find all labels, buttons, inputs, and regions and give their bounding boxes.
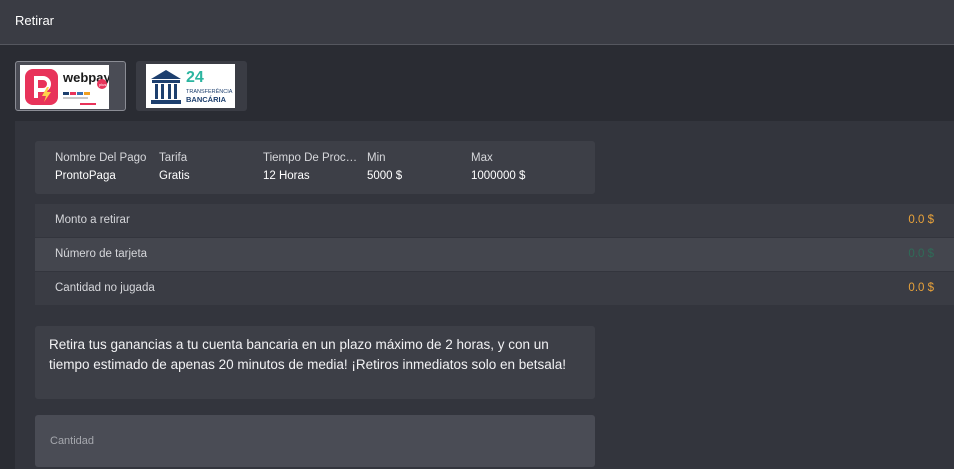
page-header: Retirar (0, 0, 954, 45)
page-title: Retirar (15, 13, 55, 28)
info-col-min: Min 5000 $ (367, 152, 403, 182)
row-card-number: Número de tarjeta 0.0 $ (35, 238, 954, 271)
method-webpay[interactable]: webpay plus (15, 61, 126, 111)
info-col-fee: Tarifa Gratis (159, 152, 190, 182)
card-number-value: 0.0 $ (908, 248, 934, 260)
amount-input[interactable] (35, 415, 595, 467)
bank-logo-line2: BANCÁRIA (186, 95, 227, 104)
bank-logo-number: 24 (186, 69, 204, 86)
withdraw-amount-value: 0.0 $ (908, 214, 934, 226)
info-col-processing-time: Tiempo De Procesamiento 12 Horas (263, 152, 363, 182)
info-col-name: Nombre Del Pago ProntoPaga (55, 152, 147, 182)
row-withdraw-amount: Monto a retirar 0.0 $ (35, 204, 954, 237)
payment-info-card: Nombre Del Pago ProntoPaga Tarifa Gratis… (35, 141, 595, 194)
webpay-logo-graphic: webpay plus (25, 69, 111, 105)
withdraw-panel: Nombre Del Pago ProntoPaga Tarifa Gratis… (15, 121, 954, 469)
row-unplayed-amount: Cantidad no jugada 0.0 $ (35, 272, 954, 305)
bank-transfer-logo: 24 TRANSFERÊNCIA BANCÁRIA (146, 64, 235, 108)
bank-icon: 24 TRANSFERÊNCIA BANCÁRIA (151, 69, 233, 104)
unplayed-amount-value: 0.0 $ (908, 282, 934, 294)
webpay-plus-text: plus (99, 82, 106, 87)
payment-methods: webpay plus 24 TRANSFERÊNCIA BANCÁRIA (0, 46, 954, 121)
info-col-max: Max 1000000 $ (471, 152, 526, 182)
method-bank-transfer[interactable]: 24 TRANSFERÊNCIA BANCÁRIA (136, 61, 247, 111)
withdraw-info-note: Retira tus ganancias a tu cuenta bancari… (35, 326, 595, 399)
bank-logo-line1: TRANSFERÊNCIA (186, 87, 233, 95)
webpay-logo: webpay plus (20, 65, 111, 109)
